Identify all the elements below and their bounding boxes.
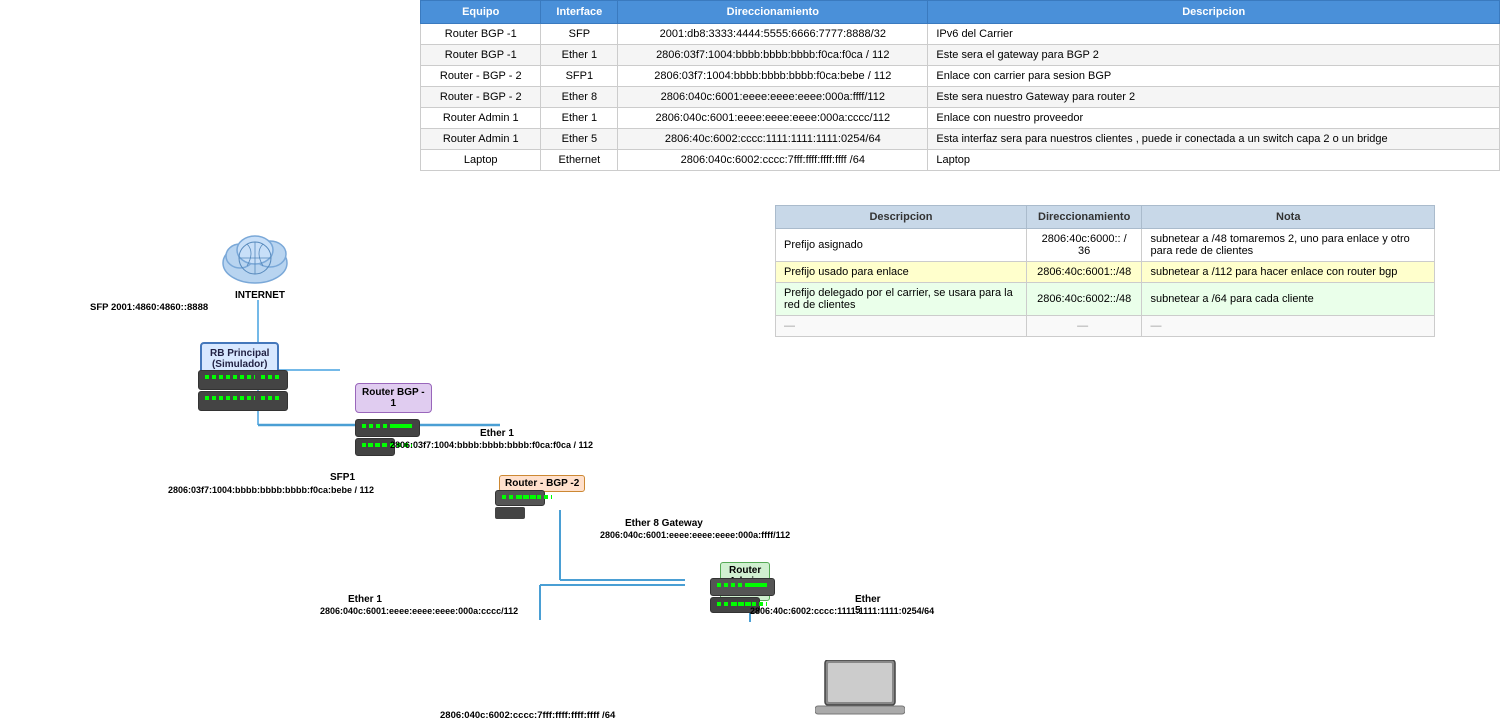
- sfp1-label: SFP1: [330, 472, 355, 483]
- table-cell: 2806:040c:6001:eeee:eeee:eeee:000a:ffff/…: [618, 87, 928, 108]
- rb-principal-router-icon: [198, 370, 288, 411]
- router-bgp2-icon: [495, 490, 545, 519]
- ether5-addr-label: 2806:40c:6002:cccc:1111:1111:1111:0254/6…: [750, 606, 934, 616]
- rb-principal-line1: RB Principal: [210, 348, 269, 359]
- table-cell: Esta interfaz sera para nuestros cliente…: [928, 129, 1500, 150]
- table-cell: Router Admin 1: [421, 108, 541, 129]
- diagram-lines: [0, 130, 760, 622]
- table-cell: Ether 1: [541, 45, 618, 66]
- bottom-table: Descripcion Direccionamiento Nota Prefij…: [775, 205, 1435, 337]
- col-header-direccionamiento: Direccionamiento: [618, 1, 928, 24]
- table-cell: subnetear a /48 tomaremos 2, uno para en…: [1142, 229, 1435, 262]
- table-cell: Ether 8: [541, 87, 618, 108]
- table-cell: Enlace con carrier para sesion BGP: [928, 66, 1500, 87]
- laptop-addr-label: 2806:040c:6002:cccc:7fff:ffff:ffff:ffff …: [440, 710, 615, 721]
- bottom-col-header-nota: Nota: [1142, 206, 1435, 229]
- sfp1-addr-label: 2806:03f7:1004:bbbb:bbbb:bbbb:f0ca:bebe …: [168, 485, 374, 495]
- ether1-admin-addr-label: 2806:040c:6001:eeee:eeee:eeee:000a:cccc/…: [320, 606, 518, 616]
- router-bgp1-label2: 1: [362, 398, 425, 409]
- internet-label: INTERNET: [220, 290, 300, 301]
- table-cell: SFP1: [541, 66, 618, 87]
- ether8-addr-label: 2806:040c:6001:eeee:eeee:eeee:000a:ffff/…: [600, 530, 790, 540]
- bottom-table-container: Descripcion Direccionamiento Nota Prefij…: [775, 205, 1435, 337]
- router-bgp1-box: Router BGP - 1: [355, 383, 432, 413]
- ether1-bgp1-addr-label: 2806:03f7:1004:bbbb:bbbb:bbbb:f0ca:f0ca …: [390, 440, 593, 450]
- table-cell: Ether 1: [541, 108, 618, 129]
- table-cell: 2806:40c:6000:: / 36: [1026, 229, 1142, 262]
- table-row: Router - BGP - 2SFP12806:03f7:1004:bbbb:…: [421, 66, 1500, 87]
- col-header-descripcion: Descripcion: [928, 1, 1500, 24]
- network-diagram: INTERNET SFP 2001:4860:4860::8888 RB Pri…: [0, 130, 760, 622]
- table-cell: Enlace con nuestro proveedor: [928, 108, 1500, 129]
- bottom-col-header-dir: Direccionamiento: [1026, 206, 1142, 229]
- table-row: Prefijo asignado2806:40c:6000:: / 36subn…: [776, 229, 1435, 262]
- table-cell: SFP: [541, 24, 618, 45]
- table-cell: Laptop: [928, 150, 1500, 171]
- table-cell: Router - BGP - 2: [421, 87, 541, 108]
- internet-sfp-label: SFP 2001:4860:4860::8888: [90, 302, 208, 313]
- table-row: Router BGP -1SFP2001:db8:3333:4444:5555:…: [421, 24, 1500, 45]
- bottom-col-header-desc: Descripcion: [776, 206, 1027, 229]
- col-header-interface: Interface: [541, 1, 618, 24]
- table-cell: Router - BGP - 2: [421, 66, 541, 87]
- table-cell: subnetear a /112 para hacer enlace con r…: [1142, 262, 1435, 283]
- table-cell: 2806:03f7:1004:bbbb:bbbb:bbbb:f0ca:f0ca …: [618, 45, 928, 66]
- ether8-iface-label: Ether 8 Gateway: [625, 518, 703, 529]
- table-row: Prefijo delegado por el carrier, se usar…: [776, 283, 1435, 316]
- table-row: ———: [776, 316, 1435, 337]
- table-cell: 2001:db8:3333:4444:5555:6666:7777:8888/3…: [618, 24, 928, 45]
- col-header-equipo: Equipo: [421, 1, 541, 24]
- internet-icon: [215, 228, 295, 291]
- table-row: Router - BGP - 2Ether 82806:040c:6001:ee…: [421, 87, 1500, 108]
- table-cell: Router BGP -1: [421, 45, 541, 66]
- router-bgp1-icon: [355, 419, 420, 456]
- table-cell: IPv6 del Carrier: [928, 24, 1500, 45]
- table-cell: —: [1142, 316, 1435, 337]
- table-cell: —: [1026, 316, 1142, 337]
- table-row: Router BGP -1Ether 12806:03f7:1004:bbbb:…: [421, 45, 1500, 66]
- table-cell: Prefijo delegado por el carrier, se usar…: [776, 283, 1027, 316]
- table-cell: Prefijo asignado: [776, 229, 1027, 262]
- table-cell: 2806:03f7:1004:bbbb:bbbb:bbbb:f0ca:bebe …: [618, 66, 928, 87]
- table-cell: Prefijo usado para enlace: [776, 262, 1027, 283]
- table-cell: 2806:40c:6001::/48: [1026, 262, 1142, 283]
- table-row: Router Admin 1Ether 12806:040c:6001:eeee…: [421, 108, 1500, 129]
- ether1-admin-iface-label: Ether 1: [348, 594, 382, 605]
- table-cell: Este sera nuestro Gateway para router 2: [928, 87, 1500, 108]
- table-cell: subnetear a /64 para cada cliente: [1142, 283, 1435, 316]
- router-bgp1-label: Router BGP -: [362, 387, 425, 398]
- ether1-bgp1-iface-label: Ether 1: [480, 428, 514, 439]
- rb-principal-line2: (Simulador): [210, 359, 269, 370]
- table-cell: 2806:040c:6001:eeee:eeee:eeee:000a:cccc/…: [618, 108, 928, 129]
- laptop-icon: [815, 660, 905, 728]
- table-cell: Este sera el gateway para BGP 2: [928, 45, 1500, 66]
- table-cell: —: [776, 316, 1027, 337]
- table-cell: 2806:40c:6002::/48: [1026, 283, 1142, 316]
- router-bgp2-label: Router - BGP -2: [505, 478, 579, 489]
- table-row: Prefijo usado para enlace2806:40c:6001::…: [776, 262, 1435, 283]
- table-cell: Router BGP -1: [421, 24, 541, 45]
